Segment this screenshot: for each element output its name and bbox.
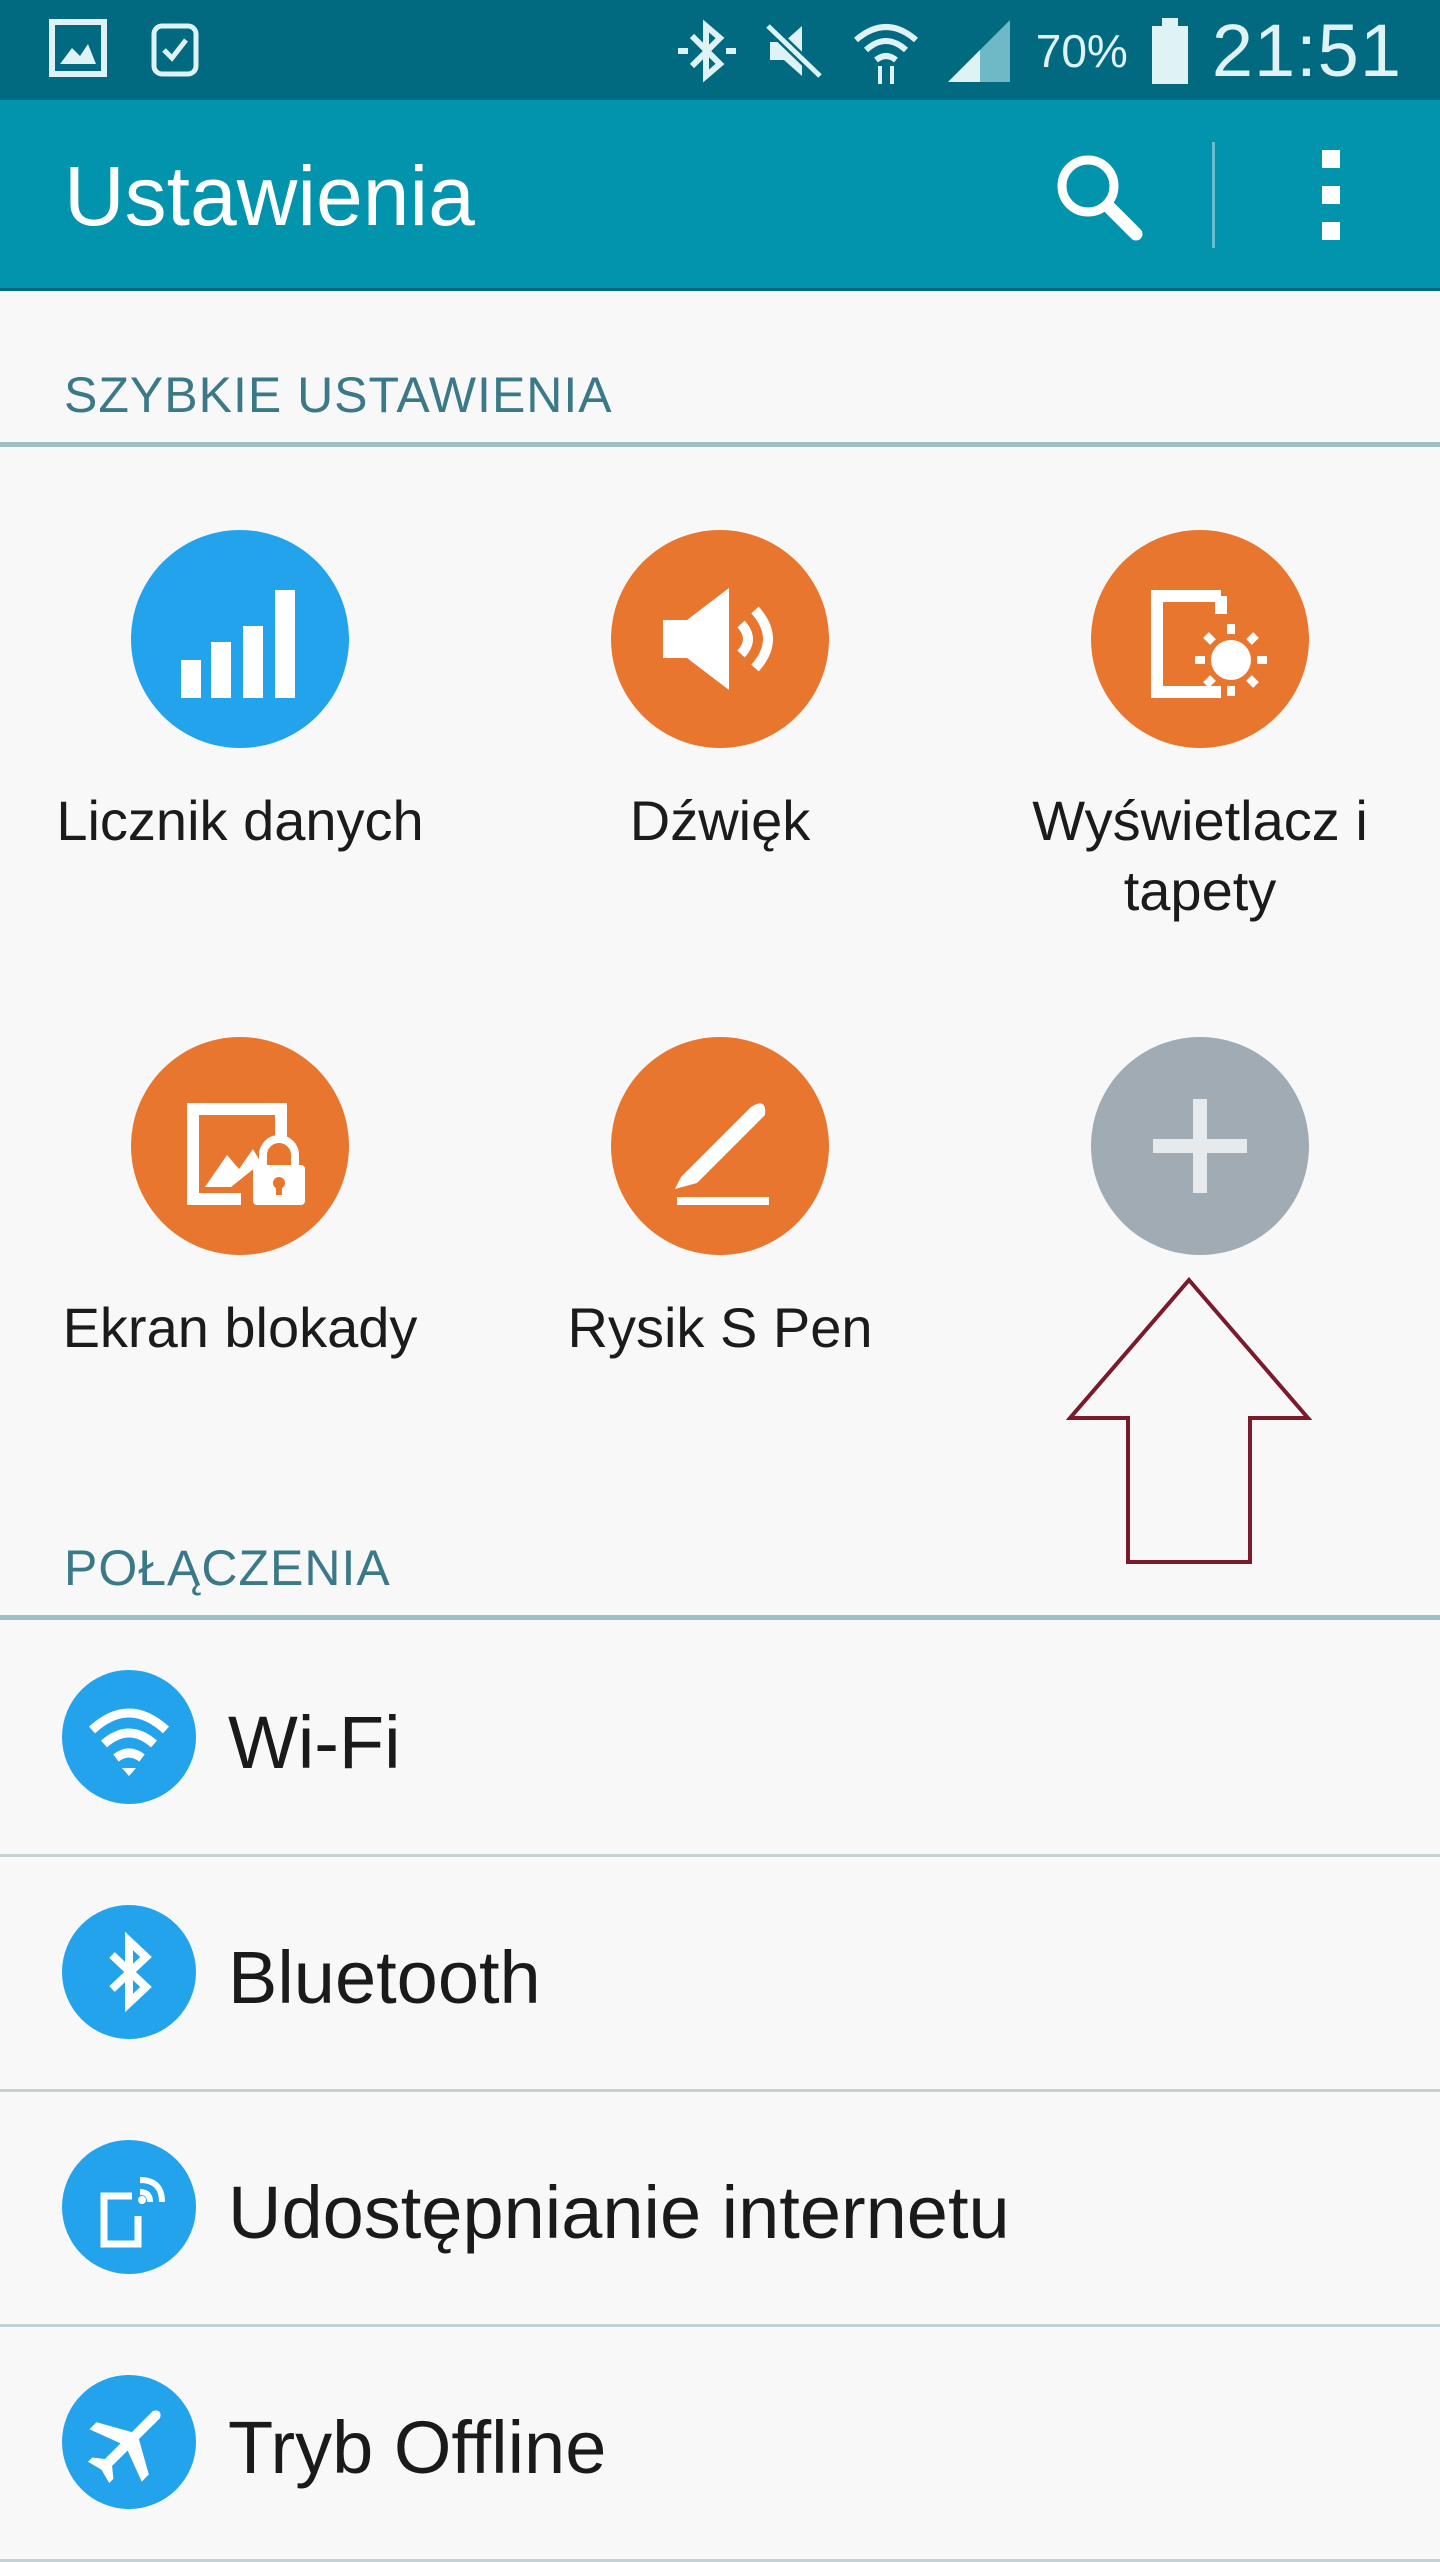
battery-icon <box>1150 16 1190 86</box>
tile-sound[interactable]: Dźwięk <box>480 530 960 856</box>
more-vert-icon <box>1322 150 1340 240</box>
quick-settings-header: SZYBKIE USTAWIENIA <box>0 342 1440 447</box>
list-item-wifi[interactable]: Wi-Fi <box>0 1620 1440 1857</box>
connections-header: POŁĄCZENIA <box>0 1515 1440 1620</box>
quick-settings-title: SZYBKIE USTAWIENIA <box>64 367 613 423</box>
gallery-icon <box>48 18 108 82</box>
list-item-label: Udostępnianie internetu <box>228 2171 1010 2254</box>
signal-icon <box>944 16 1014 86</box>
display-wallpaper-icon <box>1151 590 1267 698</box>
tile-label: Ekran blokady <box>62 1296 418 1359</box>
page-title: Ustawienia <box>64 149 475 243</box>
bluetooth-icon <box>109 1931 152 2013</box>
list-item-label: Bluetooth <box>228 1936 541 2019</box>
battery-percent: 70% <box>1035 24 1128 77</box>
tile-label: Wyświetlacz i tapety <box>1032 789 1368 922</box>
search-icon <box>1057 155 1143 241</box>
tile-display-wallpaper[interactable]: Wyświetlacz i tapety <box>960 530 1440 926</box>
lock-screen-icon <box>187 1103 305 1205</box>
clock: 21:51 <box>1211 9 1402 92</box>
sound-icon <box>663 588 773 690</box>
tile-lock-screen[interactable]: Ekran blokady <box>0 1037 480 1363</box>
search-button[interactable] <box>1050 148 1146 249</box>
add-icon <box>1153 1099 1247 1193</box>
tile-label: Rysik S Pen <box>567 1296 873 1359</box>
list-item-tethering[interactable]: Udostępnianie internetu <box>0 2090 1440 2327</box>
list-item-label: Wi-Fi <box>228 1701 401 1784</box>
airplane-icon <box>87 2410 161 2484</box>
tile-data-usage[interactable]: Licznik danych <box>0 530 480 856</box>
tile-add[interactable] <box>960 1037 1440 1293</box>
tile-label: Dźwięk <box>629 789 811 852</box>
s-pen-icon <box>675 1103 769 1205</box>
tile-label: Licznik danych <box>56 789 424 852</box>
status-bar: 70% 21:51 <box>0 0 1440 100</box>
watch-icon <box>148 18 202 82</box>
tethering-icon <box>100 2177 165 2248</box>
wifi-icon <box>88 1708 170 1776</box>
more-options-button[interactable] <box>1300 146 1360 251</box>
action-bar-divider <box>1212 142 1215 248</box>
mute-icon <box>762 16 828 86</box>
connections-title: POŁĄCZENIA <box>64 1540 391 1596</box>
list-item-airplane-mode[interactable]: Tryb Offline <box>0 2325 1440 2562</box>
action-bar: Ustawienia <box>0 100 1440 291</box>
list-item-bluetooth[interactable]: Bluetooth <box>0 1855 1440 2092</box>
data-usage-icon <box>181 590 295 698</box>
list-item-label: Tryb Offline <box>228 2406 607 2489</box>
wifi-icon <box>850 16 922 86</box>
tile-s-pen[interactable]: Rysik S Pen <box>480 1037 960 1363</box>
bluetooth-icon <box>674 16 740 86</box>
